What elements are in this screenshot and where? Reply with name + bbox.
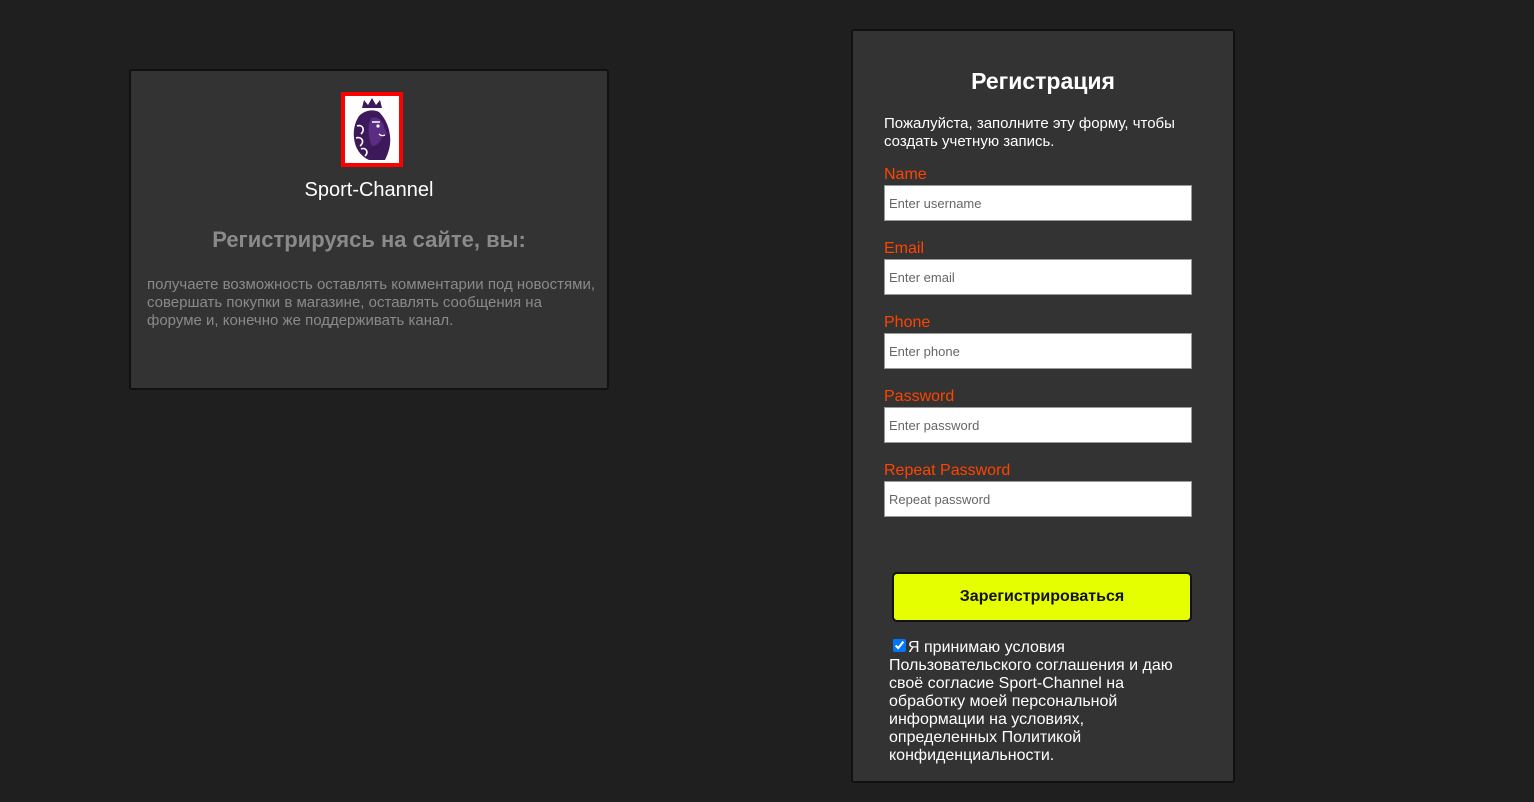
- info-card: Sport-Channel Регистрируясь на сайте, вы…: [129, 69, 609, 390]
- phone-input[interactable]: [884, 333, 1192, 369]
- brand-logo: [341, 92, 403, 167]
- info-text: получаете возможность оставлять коммента…: [147, 276, 596, 329]
- username-input[interactable]: [884, 185, 1192, 221]
- email-input[interactable]: [884, 259, 1192, 295]
- phone-label: Phone: [884, 314, 931, 331]
- info-heading: Регистрируясь на сайте, вы:: [212, 227, 526, 252]
- email-label: Email: [884, 240, 925, 257]
- consent-row: Я принимаю условия Пользовательского сог…: [889, 639, 1189, 765]
- password-label: Password: [884, 388, 955, 405]
- form-intro: Пожалуйста, заполните эту форму, чтобы с…: [884, 115, 1175, 150]
- form-title: Регистрация: [971, 68, 1115, 94]
- password-input[interactable]: [884, 407, 1192, 443]
- name-label: Name: [884, 166, 927, 183]
- repeat-password-input[interactable]: [884, 481, 1192, 517]
- consent-checkbox[interactable]: [893, 639, 906, 652]
- register-button[interactable]: Зарегистрироваться: [892, 572, 1192, 622]
- brand-name: Sport-Channel: [304, 179, 434, 201]
- premier-league-lion-icon: [353, 98, 391, 160]
- repeat-password-label: Repeat Password: [884, 462, 1011, 479]
- consent-text: Я принимаю условия Пользовательского сог…: [889, 639, 1173, 764]
- registration-form: Регистрация Пожалуйста, заполните эту фо…: [851, 29, 1235, 783]
